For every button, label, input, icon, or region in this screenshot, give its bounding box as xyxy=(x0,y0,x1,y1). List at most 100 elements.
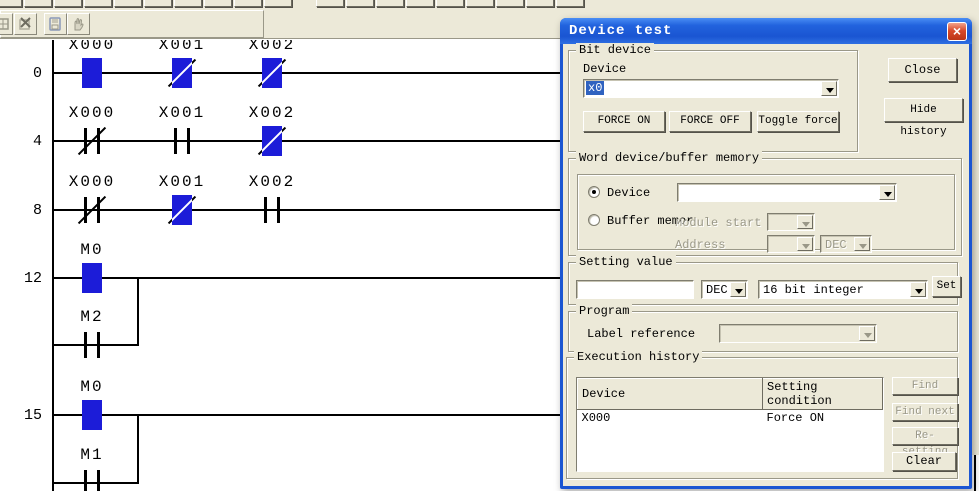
toolbar-mini-button[interactable] xyxy=(84,0,112,7)
address-format-value: DEC xyxy=(825,238,847,252)
force-on-button[interactable]: FORCE ON xyxy=(583,111,665,132)
toolbar-mini-button[interactable] xyxy=(406,0,434,7)
resetting-button: Re-setting xyxy=(892,427,958,445)
toolbar-mini-button[interactable] xyxy=(526,0,554,7)
dialog-body: Bit device Device x0 FORCE ON FORCE OFF … xyxy=(563,44,969,486)
toolbar-mini-button[interactable] xyxy=(264,0,292,7)
contact-m1-no-off[interactable]: M1 xyxy=(74,461,110,491)
toolbar-mini-button[interactable] xyxy=(144,0,172,7)
contact-x001-nc-on[interactable]: X001 xyxy=(164,51,200,95)
rung-number: 15 xyxy=(8,407,42,424)
module-start-label: Module start xyxy=(675,216,761,230)
contact-label: M0 xyxy=(80,241,103,259)
scroll-gutter[interactable] xyxy=(972,40,979,455)
address-combo xyxy=(767,235,815,253)
delete-grid-icon[interactable] xyxy=(14,13,37,35)
toolbar-mini-button[interactable] xyxy=(234,0,262,7)
label-reference-label: Label reference xyxy=(587,327,695,341)
chevron-down-icon[interactable] xyxy=(879,185,895,200)
grid-icon[interactable] xyxy=(0,13,13,35)
chevron-down-icon[interactable] xyxy=(730,282,746,297)
contact-x000-no-on[interactable]: X000 xyxy=(74,51,110,95)
column-header-device[interactable]: Device xyxy=(578,379,763,410)
rung-number: 8 xyxy=(8,202,42,219)
buffer-memory-radio[interactable] xyxy=(588,214,600,226)
execution-history-legend: Execution history xyxy=(574,350,702,364)
module-start-combo xyxy=(767,213,815,231)
left-power-rail xyxy=(52,40,54,491)
setting-size-value: 16 bit integer xyxy=(763,283,864,297)
toolbar-mini-button[interactable] xyxy=(376,0,404,7)
column-header-setting-condition[interactable]: Setting condition xyxy=(763,379,883,410)
contact-x002-nc-on[interactable]: X002 xyxy=(254,119,290,163)
toolbar-mini-button[interactable] xyxy=(316,0,344,7)
device-radio[interactable] xyxy=(588,186,600,198)
toolbar-mini-button[interactable] xyxy=(114,0,142,7)
close-button[interactable]: Close xyxy=(888,58,957,82)
toolbar-mini-button[interactable] xyxy=(496,0,524,7)
contact-x000-nc-off[interactable]: X000 xyxy=(74,188,110,232)
toolbar-mini-button[interactable] xyxy=(204,0,232,7)
chevron-down-icon[interactable] xyxy=(910,282,926,297)
find-button: Find xyxy=(892,377,958,395)
toolbar-mini-button[interactable] xyxy=(54,0,82,7)
contact-label: M1 xyxy=(80,446,103,464)
program-group: Program Label reference xyxy=(568,311,958,352)
device-radio-label: Device xyxy=(607,186,650,200)
contact-m0-no-on[interactable]: M0 xyxy=(74,393,110,437)
toolbar-mini-button[interactable] xyxy=(556,0,584,7)
contact-label: X001 xyxy=(159,104,205,122)
chevron-down-icon xyxy=(854,237,870,251)
table-row[interactable]: X000 Force ON xyxy=(578,410,883,427)
contact-label: X002 xyxy=(249,173,295,191)
setting-value-legend: Setting value xyxy=(576,255,676,269)
word-device-combo[interactable] xyxy=(677,183,897,202)
toolbar-mini-button[interactable] xyxy=(0,0,22,7)
set-button[interactable]: Set xyxy=(932,276,961,297)
dialog-titlebar[interactable]: Device test × xyxy=(560,18,972,44)
branch-connector xyxy=(137,415,139,484)
close-icon[interactable]: × xyxy=(947,22,967,41)
contact-x001-nc-on[interactable]: X001 xyxy=(164,188,200,232)
toggle-force-button[interactable]: Toggle force xyxy=(757,111,839,132)
contact-x002-no-off[interactable]: X002 xyxy=(254,188,290,232)
contact-x001-no-off[interactable]: X001 xyxy=(164,119,200,163)
toolbar-mini-button[interactable] xyxy=(436,0,464,7)
history-device-cell: X000 xyxy=(578,410,763,427)
program-legend: Program xyxy=(576,304,632,318)
setting-value-input[interactable] xyxy=(576,280,694,299)
toolbar-mini-button[interactable] xyxy=(174,0,202,7)
toolbar-mini-button[interactable] xyxy=(346,0,374,7)
chevron-down-icon[interactable] xyxy=(821,81,837,96)
contact-m0-no-on[interactable]: M0 xyxy=(74,256,110,300)
save-monitor-icon[interactable] xyxy=(44,13,67,35)
setting-size-combo[interactable]: 16 bit integer xyxy=(758,280,928,299)
word-device-group: Word device/buffer memory Device Buffer … xyxy=(568,158,962,256)
chevron-down-icon xyxy=(859,326,875,341)
clear-button[interactable]: Clear xyxy=(892,452,956,471)
word-device-panel: Device Buffer memor Module start Address xyxy=(577,174,955,250)
ladder-symbol-toolbar xyxy=(0,0,600,8)
toolbar-mini-button[interactable] xyxy=(24,0,52,7)
contact-x000-nc-off[interactable]: X000 xyxy=(74,119,110,163)
execution-history-group: Execution history Device Setting conditi… xyxy=(566,357,958,479)
contact-label: M2 xyxy=(80,308,103,326)
contact-m2-no-off[interactable]: M2 xyxy=(74,323,110,367)
hide-history-button[interactable]: Hide history xyxy=(884,98,963,122)
contact-label: X001 xyxy=(159,173,205,191)
hand-icon[interactable] xyxy=(67,13,90,35)
gx-developer-window: 0 X000 X001 X002 4 X000 xyxy=(0,0,979,491)
force-off-button[interactable]: FORCE OFF xyxy=(669,111,751,132)
dialog-title: Device test xyxy=(569,23,672,39)
rung-number: 4 xyxy=(8,133,42,150)
setting-format-combo[interactable]: DEC xyxy=(701,280,748,299)
address-format-combo: DEC xyxy=(820,235,872,253)
execution-history-table[interactable]: Device Setting condition X000 Force ON xyxy=(576,377,884,472)
chevron-down-icon xyxy=(797,215,813,229)
contact-x002-nc-on[interactable]: X002 xyxy=(254,51,290,95)
word-device-legend: Word device/buffer memory xyxy=(576,151,762,165)
device-label: Device xyxy=(583,62,626,76)
find-next-button: Find next xyxy=(892,403,958,421)
toolbar-mini-button[interactable] xyxy=(466,0,494,7)
bit-device-combo[interactable]: x0 xyxy=(583,79,839,98)
